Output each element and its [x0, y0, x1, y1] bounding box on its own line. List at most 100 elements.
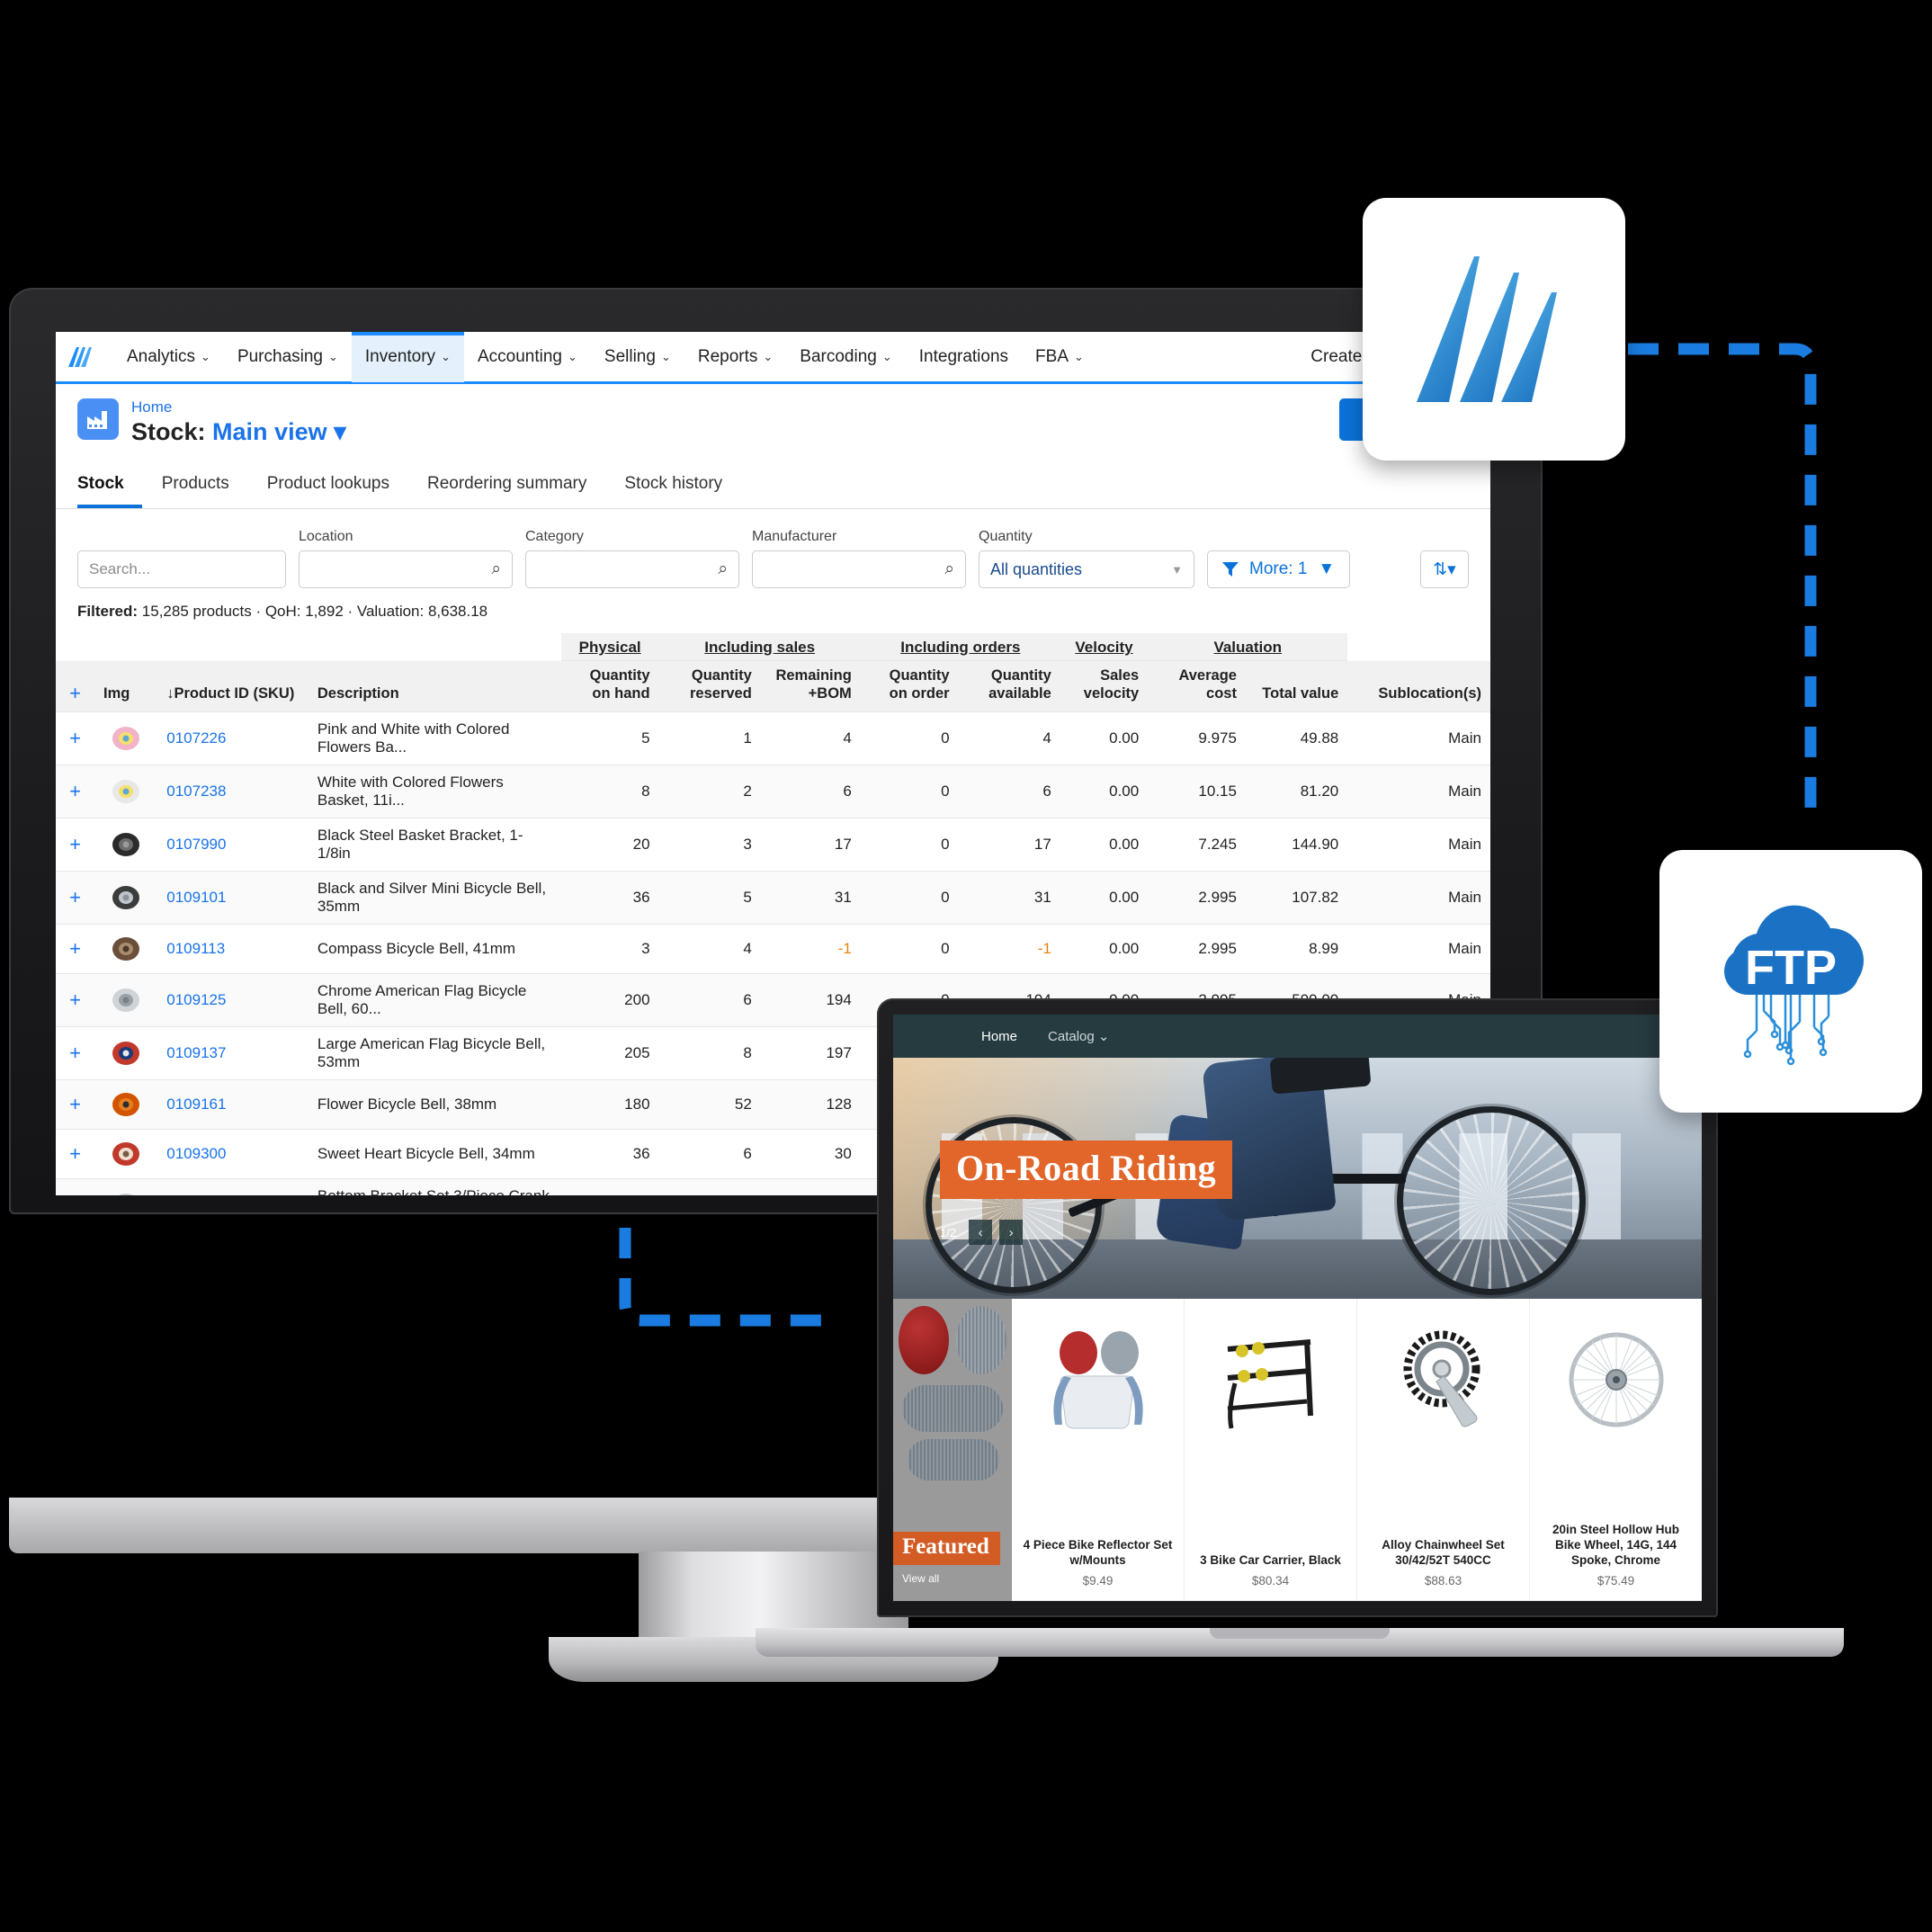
page-title-prefix: Stock:	[131, 418, 206, 445]
row-expand-button[interactable]: +	[56, 1026, 95, 1080]
nav-item-purchasing[interactable]: Purchasing ⌄	[224, 332, 352, 382]
featured-panel[interactable]: Featured View all	[893, 1299, 1012, 1601]
sort-arrows-icon: ⇅▾	[1433, 559, 1456, 579]
table-row[interactable]: +0107238 White with Colored Flowers Baske…	[56, 765, 1490, 818]
three-bars-logo-icon	[1417, 256, 1557, 402]
storefront-nav-catalog[interactable]: Catalog ⌄	[1048, 1028, 1109, 1044]
col-total-value[interactable]: Total value	[1245, 660, 1348, 712]
nav-item-reports[interactable]: Reports ⌄	[684, 332, 786, 382]
row-thumbnail-cell	[94, 765, 158, 818]
breadcrumb[interactable]: Home	[131, 398, 346, 416]
col-expand-all[interactable]: +	[56, 660, 95, 712]
product-card[interactable]: 4 Piece Bike Reflector Set w/Mounts $9.4…	[1012, 1299, 1185, 1601]
col-quantity-reserved[interactable]: Quantity reserved	[658, 660, 761, 712]
row-quantity-on-hand: 205	[560, 1026, 659, 1080]
row-sales-velocity: 0.00	[1060, 818, 1149, 872]
product-card[interactable]: 3 Bike Car Carrier, Black $80.34	[1185, 1299, 1357, 1601]
col-sales-velocity[interactable]: Sales velocity	[1060, 660, 1149, 712]
col-average-cost[interactable]: Average cost	[1148, 660, 1246, 712]
row-expand-button[interactable]: +	[56, 711, 95, 765]
row-expand-button[interactable]: +	[56, 765, 95, 818]
manufacturer-group: Manufacturer ⌕	[752, 529, 966, 588]
chevron-right-icon[interactable]: ›	[999, 1220, 1024, 1245]
row-expand-button[interactable]: +	[56, 818, 95, 872]
nav-item-accounting[interactable]: Accounting ⌄	[464, 332, 591, 382]
col-description[interactable]: Description	[308, 660, 561, 712]
ftp-badge: FTP	[1659, 850, 1922, 1113]
row-sku-cell[interactable]: 0107238	[157, 765, 309, 818]
row-sku-cell[interactable]: 0107990	[157, 818, 309, 872]
row-sku-cell[interactable]: 0107226	[157, 711, 309, 765]
product-thumbnail-image	[112, 988, 140, 1012]
chevron-down-icon: ⌄	[441, 349, 451, 363]
row-expand-button[interactable]: +	[56, 924, 95, 974]
category-input[interactable]: ⌕	[525, 550, 739, 588]
bicycle-rear-wheel	[1397, 1106, 1586, 1295]
tab-stock-history[interactable]: Stock history	[624, 463, 740, 508]
row-remaining-bom: 6	[760, 765, 861, 818]
bike-carrier-image	[1227, 1339, 1313, 1429]
row-sku-cell[interactable]: 0109113	[157, 924, 309, 974]
table-row[interactable]: +0107226 Pink and White with Colored Flow…	[56, 711, 1490, 765]
nav-item-integrations[interactable]: Integrations	[906, 332, 1022, 382]
table-row[interactable]: +0109101 Black and Silver Mini Bicycle Be…	[56, 871, 1490, 925]
row-expand-button[interactable]: +	[56, 1129, 95, 1179]
more-filters-button[interactable]: More: 1 ▼	[1207, 550, 1351, 588]
product-thumbnail-image	[112, 833, 140, 856]
view-selector-label[interactable]: Main view	[212, 418, 327, 445]
nav-item-label: Purchasing	[237, 346, 323, 366]
view-selector-caret-icon[interactable]: ▾	[334, 418, 346, 445]
row-expand-button[interactable]: +	[56, 871, 95, 925]
chevron-down-icon: ▼	[1171, 562, 1183, 577]
row-thumbnail-cell	[94, 1178, 158, 1195]
row-thumbnail-cell	[94, 973, 158, 1027]
quantity-select[interactable]: All quantities ▼	[979, 550, 1194, 588]
tab-stock[interactable]: Stock	[77, 463, 142, 508]
col-quantity-available[interactable]: Quantity available	[958, 660, 1060, 712]
row-quantity-available: -1	[958, 924, 1060, 974]
row-sku-cell[interactable]: 0109161	[157, 1079, 309, 1130]
storefront-nav-home[interactable]: Home	[981, 1029, 1017, 1044]
tab-product-lookups[interactable]: Product lookups	[267, 463, 407, 508]
row-sku-cell[interactable]: 0109300	[157, 1129, 309, 1179]
three-bars-logo-icon	[68, 346, 92, 367]
row-sku-cell[interactable]: 0111202	[157, 1178, 309, 1195]
row-sku-cell[interactable]: 0109125	[157, 973, 309, 1027]
tab-reordering-summary[interactable]: Reordering summary	[427, 463, 604, 508]
nav-item-fba[interactable]: FBA ⌄	[1022, 332, 1097, 382]
location-input[interactable]: ⌕	[299, 550, 513, 588]
nav-item-analytics[interactable]: Analytics ⌄	[113, 332, 224, 382]
tab-products[interactable]: Products	[162, 463, 247, 508]
chevron-left-icon[interactable]: ‹	[969, 1220, 993, 1245]
product-price: $80.34	[1251, 1574, 1290, 1588]
featured-view-all-link[interactable]: View all	[902, 1572, 939, 1585]
col-product-id[interactable]: ↓Product ID (SKU)	[157, 660, 309, 712]
col-quantity-on-order[interactable]: Quantity on order	[860, 660, 959, 712]
row-quantity-available: 17	[958, 818, 1060, 872]
col-img[interactable]: Img	[94, 660, 158, 712]
row-sku-cell[interactable]: 0109101	[157, 871, 309, 925]
col-quantity-on-hand[interactable]: Quantity on hand	[560, 660, 659, 712]
sort-button[interactable]: ⇅▾	[1420, 550, 1469, 588]
manufacturer-input[interactable]: ⌕	[752, 550, 966, 588]
search-input[interactable]: Search...	[77, 550, 286, 588]
page-title-block: Home Stock: Main view ▾	[131, 398, 346, 447]
table-row[interactable]: +0109113 Compass Bicycle Bell, 41mm 3 4 -1 0-…	[56, 924, 1490, 974]
row-expand-button[interactable]: +	[56, 1178, 95, 1195]
nav-item-selling[interactable]: Selling ⌄	[591, 332, 684, 382]
nav-item-barcoding[interactable]: Barcoding ⌄	[786, 332, 905, 382]
nav-item-inventory[interactable]: Inventory ⌄	[351, 332, 464, 382]
row-sku-cell[interactable]: 0109137	[157, 1026, 309, 1080]
row-expand-button[interactable]: +	[56, 1079, 95, 1130]
product-card[interactable]: Alloy Chainwheel Set 30/42/52T 540CC $88…	[1357, 1299, 1530, 1601]
storefront-nav: Home Catalog ⌄	[893, 1015, 1702, 1058]
table-row[interactable]: +0107990 Black Steel Basket Bracket, 1-1/…	[56, 818, 1490, 872]
factory-icon	[77, 398, 119, 440]
col-remaining-bom[interactable]: Remaining +BOM	[760, 660, 861, 712]
row-expand-button[interactable]: +	[56, 973, 95, 1027]
product-card[interactable]: 20in Steel Hollow Hub Bike Wheel, 14G, 1…	[1530, 1299, 1702, 1601]
chevron-down-icon: ⌄	[1074, 349, 1084, 363]
col-sublocations[interactable]: Sublocation(s)	[1347, 660, 1490, 712]
page-header: Home Stock: Main view ▾ Export ▼	[56, 384, 1490, 447]
row-thumbnail-cell	[94, 818, 158, 872]
